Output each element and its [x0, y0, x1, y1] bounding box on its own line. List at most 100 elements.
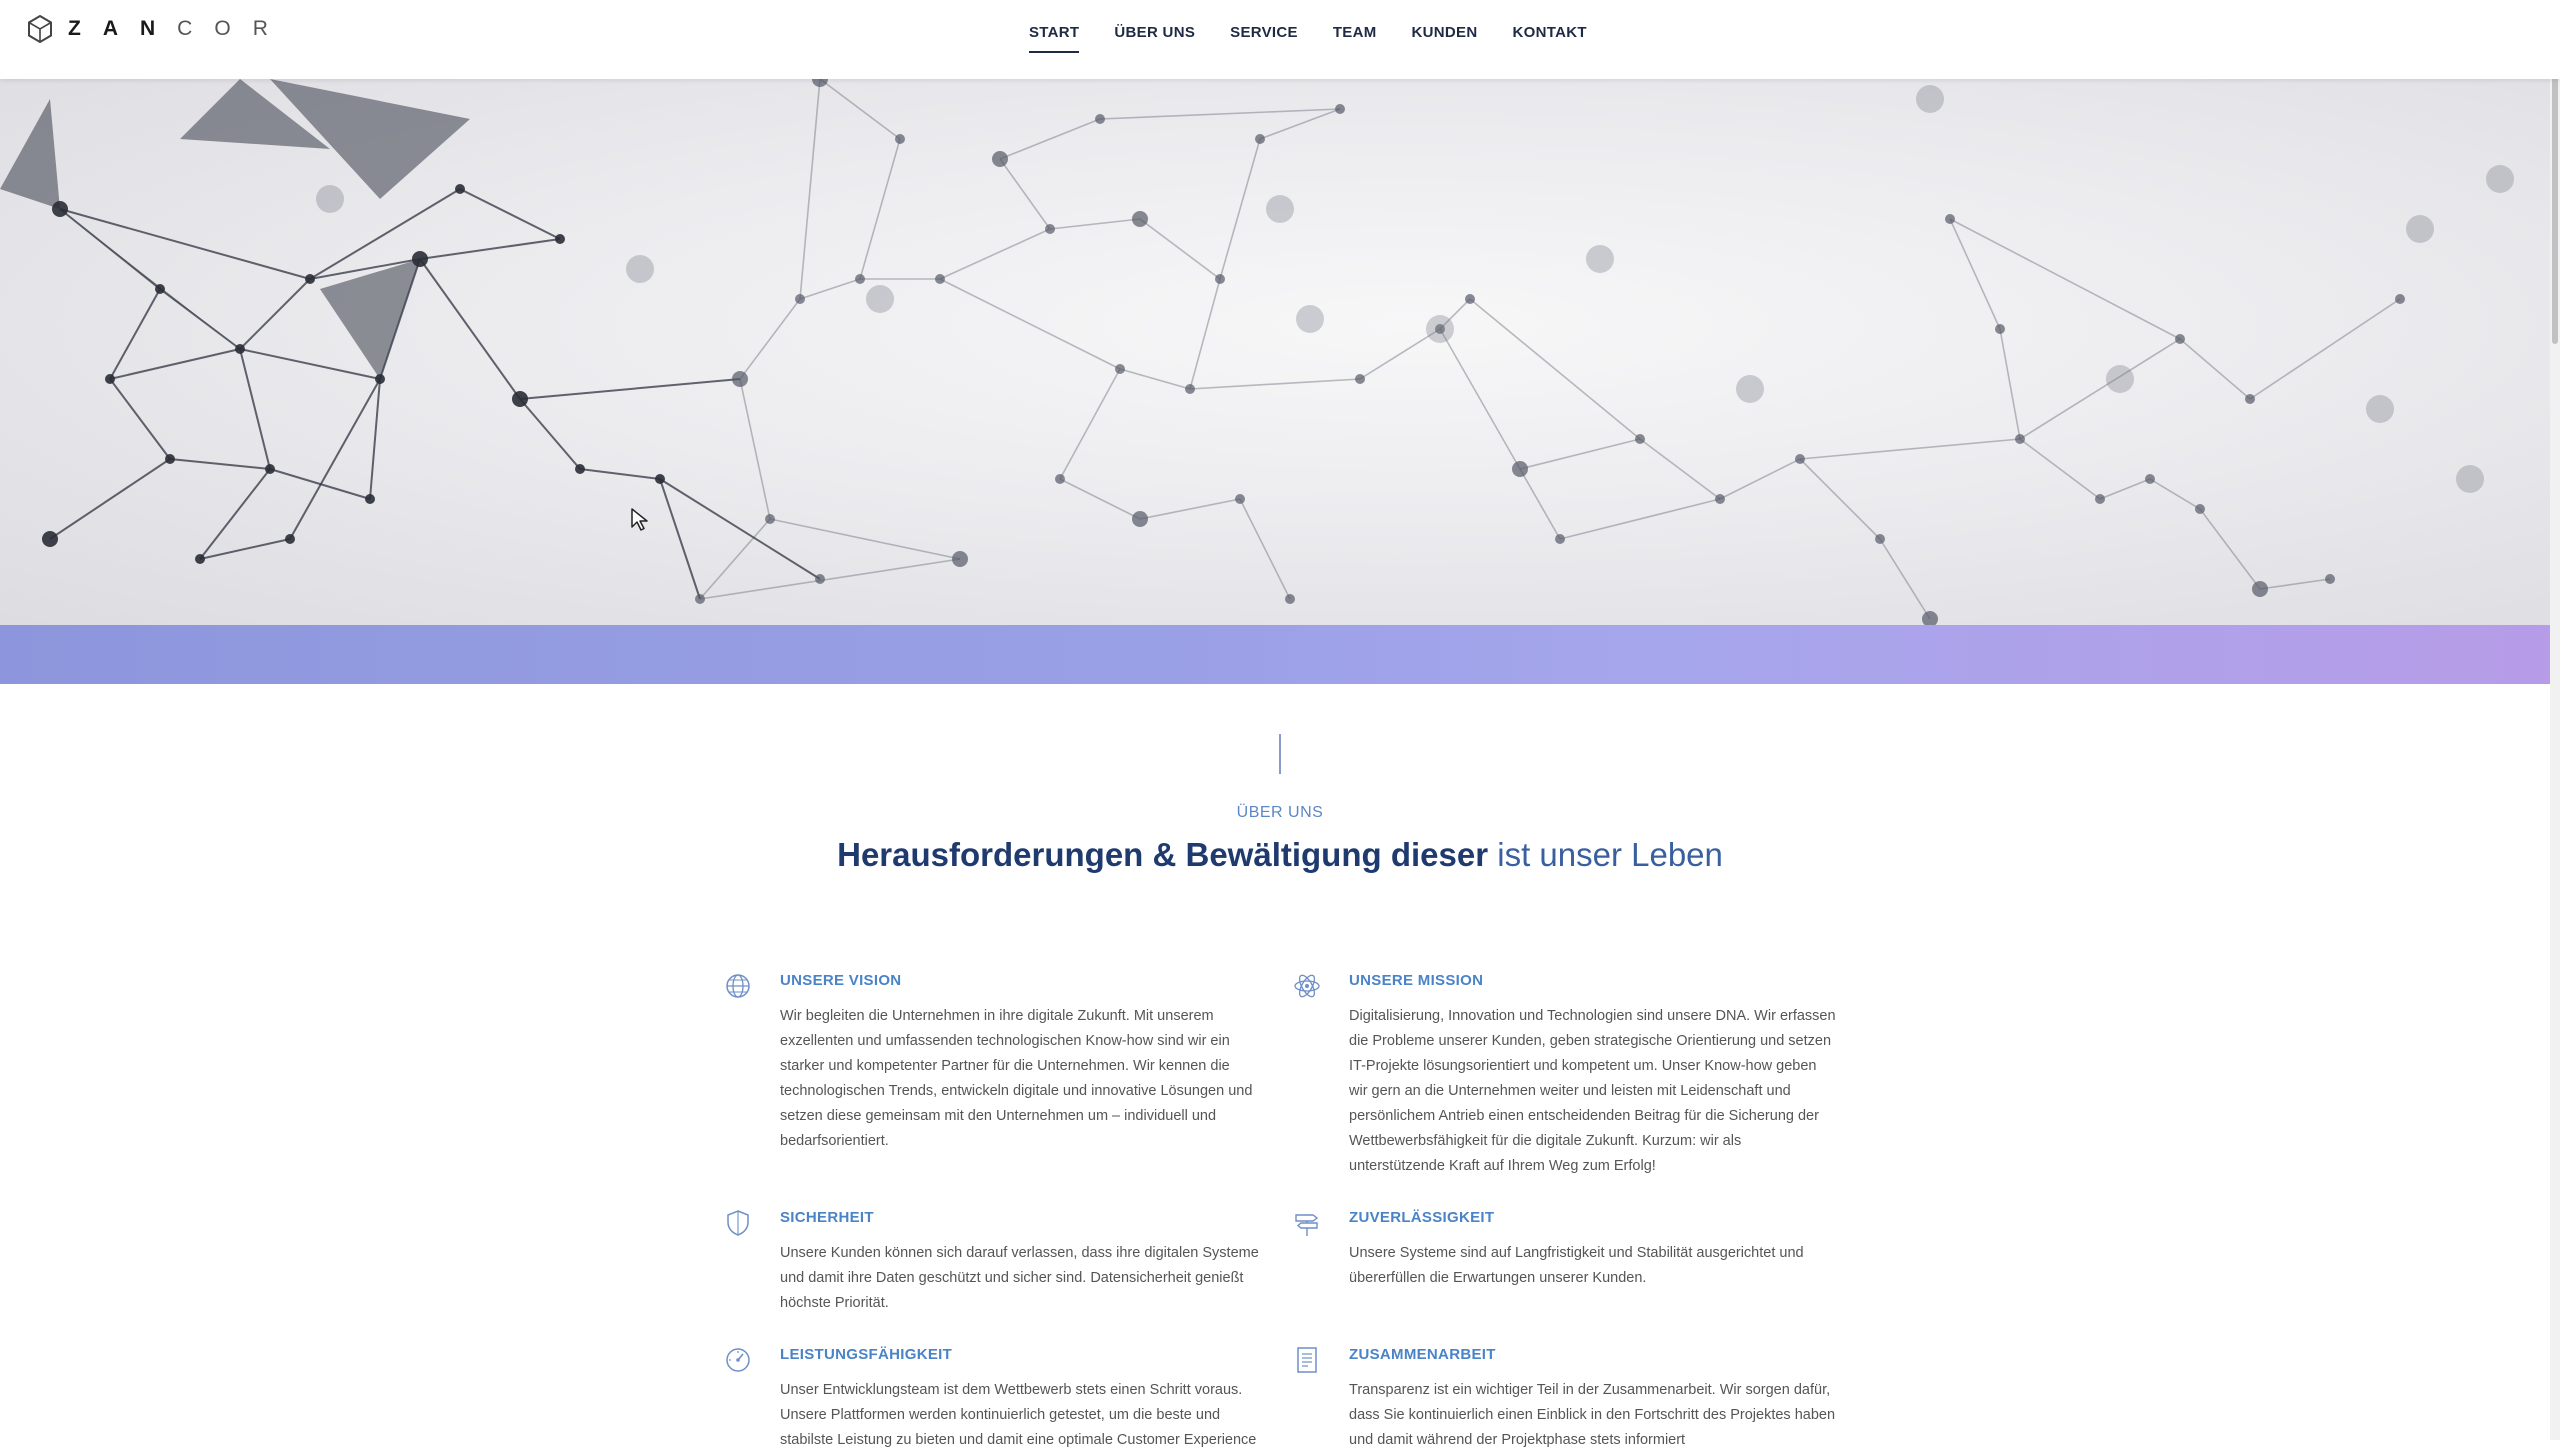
network-node — [2195, 504, 2205, 514]
network-node — [2095, 494, 2105, 504]
network-node — [795, 294, 805, 304]
network-node — [195, 554, 205, 564]
network-node — [412, 251, 428, 267]
network-node — [2325, 574, 2335, 584]
network-edge — [169, 458, 271, 470]
network-edge — [419, 238, 561, 260]
nav-service[interactable]: SERVICE — [1230, 24, 1298, 51]
network-blur-dot — [1916, 85, 1944, 113]
network-edge — [239, 278, 311, 350]
network-edge — [1949, 218, 2181, 340]
network-edge — [459, 188, 561, 240]
feature-text: Unser Entwicklungsteam ist dem Wettbewer… — [780, 1382, 1257, 1448]
logo-letter: N — [140, 17, 178, 40]
network-node — [155, 284, 165, 294]
title-strong: Herausforderungen & Bewältigung dieser — [837, 836, 1489, 873]
network-edge — [49, 458, 171, 540]
page-scrollbar[interactable] — [2550, 0, 2560, 1440]
network-node — [2175, 334, 2185, 344]
network-edge — [2019, 338, 2181, 440]
network-node — [1355, 374, 1365, 384]
network-node — [1635, 434, 1645, 444]
network-edge — [769, 518, 961, 560]
network-node — [815, 574, 825, 584]
signpost-icon — [1295, 1214, 1319, 1236]
network-node — [555, 234, 565, 244]
network-blur-dot — [1266, 195, 1294, 223]
network-node — [1335, 104, 1345, 114]
network-edge — [939, 228, 1051, 280]
network-node — [1132, 511, 1148, 527]
network-edge — [1059, 368, 1121, 480]
network-node — [1095, 114, 1105, 124]
network-node — [1995, 324, 2005, 334]
network-node — [165, 454, 175, 464]
network-blur-dot — [866, 285, 894, 313]
logo[interactable]: Z A N C O R — [26, 14, 290, 44]
network-node — [765, 514, 775, 524]
feature-title: LEISTUNGSFÄHIGKEIT — [780, 1346, 953, 1363]
feature-text: Unsere Kunden können sich darauf verlass… — [780, 1245, 1259, 1311]
network-node — [1555, 534, 1565, 544]
network-node — [52, 201, 68, 217]
network-edge — [1139, 498, 1241, 520]
network-node — [375, 374, 385, 384]
network-node — [2015, 434, 2025, 444]
network-blur-dot — [1586, 245, 1614, 273]
network-blur-dot — [626, 255, 654, 283]
network-edge — [269, 468, 371, 500]
network-graphic — [0, 79, 2514, 625]
document-icon — [1297, 1347, 1317, 1373]
network-node — [952, 551, 968, 567]
network-edge — [659, 478, 821, 580]
network-node — [655, 474, 665, 484]
nav-kunden[interactable]: KUNDEN — [1412, 24, 1478, 51]
network-edge — [1559, 498, 1721, 540]
network-edge — [999, 158, 1051, 230]
network-node — [1875, 534, 1885, 544]
network-blur-dot — [1296, 305, 1324, 333]
network-edge — [289, 378, 381, 540]
network-node — [732, 371, 748, 387]
network-edge — [1139, 218, 1221, 280]
network-node — [1185, 384, 1195, 394]
network-node — [42, 531, 58, 547]
network-edge — [1719, 458, 1801, 500]
network-edge — [1879, 538, 1931, 620]
section-divider — [1279, 734, 1281, 774]
network-node — [1255, 134, 1265, 144]
network-blur-dot — [2486, 165, 2514, 193]
network-edge — [1189, 378, 1361, 390]
nav-kontakt[interactable]: KONTAKT — [1513, 24, 1587, 51]
logo-letter: A — [102, 17, 140, 40]
network-edge — [1099, 108, 1341, 120]
network-edge — [579, 468, 661, 480]
network-node — [1132, 211, 1148, 227]
network-edge — [799, 79, 821, 300]
network-edge — [1359, 328, 1441, 380]
feature-title: UNSERE VISION — [780, 972, 902, 989]
network-node — [285, 534, 295, 544]
nav-start[interactable]: START — [1029, 24, 1080, 53]
network-edge — [1949, 218, 2001, 330]
network-edge — [819, 79, 901, 140]
nav-team[interactable]: TEAM — [1333, 24, 1377, 51]
network-blur-dot — [1426, 315, 1454, 343]
network-edge — [1219, 138, 1261, 280]
network-edge — [2199, 508, 2261, 590]
network-node — [1045, 224, 1055, 234]
site-header: Z A N C O R START ÜBER UNS SERVICE TEAM … — [0, 0, 2560, 79]
network-facet — [60, 209, 240, 349]
mouse-cursor-icon — [631, 508, 648, 531]
network-edge — [2249, 298, 2401, 400]
network-edge — [2099, 478, 2151, 500]
network-node — [812, 79, 828, 87]
network-node — [1055, 474, 1065, 484]
nav-ueber-uns[interactable]: ÜBER UNS — [1114, 24, 1195, 51]
network-edge — [2179, 338, 2251, 400]
network-edge — [1639, 438, 1721, 500]
globe-icon — [726, 974, 750, 998]
network-edge — [1999, 328, 2021, 440]
network-edge — [59, 208, 311, 280]
feature-title: ZUSAMMENARBEIT — [1349, 1346, 1496, 1363]
